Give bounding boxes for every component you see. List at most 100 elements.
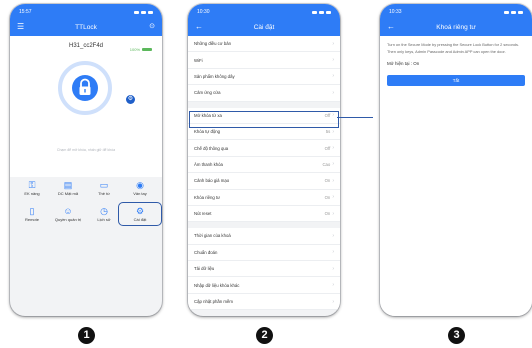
privacy-description: Turn on the Secure Mode by pressing the … <box>387 42 519 54</box>
row-label: Nhập dữ liệu khóa khác <box>194 282 240 288</box>
unlock-button[interactable] <box>58 61 112 115</box>
status-icons <box>134 10 153 14</box>
grid-item-history[interactable]: ◷ Lịch sử <box>86 206 122 222</box>
scan-icon[interactable]: ⊙ <box>149 22 155 32</box>
chevron-right-icon: › <box>332 128 334 135</box>
row-label: Sản phẩm không dây <box>194 73 235 79</box>
chevron-right-icon: › <box>332 249 334 256</box>
chevron-right-icon: › <box>332 145 334 152</box>
grid-item-remote[interactable]: ▯ Remote <box>14 206 50 222</box>
chevron-right-icon: › <box>332 282 334 289</box>
home-header: 15:57 ☰ TTLock ⊙ <box>10 4 162 36</box>
battery-indicator: 100% <box>130 47 152 52</box>
ic-card-icon: ▤ <box>63 180 73 190</box>
row-label: Mở khóa từ xa <box>194 112 222 118</box>
grid-item-passcode[interactable]: ▤ DC Mật mã <box>50 180 86 196</box>
grid-item-label: Lịch sử <box>97 217 111 222</box>
settings-row-lock-time[interactable]: Thời gian của khoá › <box>188 228 340 245</box>
row-label: Âm thanh khóa <box>194 161 223 167</box>
grid-item-fingerprint[interactable]: ◉ Vân tay <box>122 180 158 196</box>
chevron-right-icon: › <box>332 298 334 305</box>
settings-row-passage-mode[interactable]: Chế độ thông qua Off › <box>188 140 340 157</box>
row-value: On <box>324 178 331 184</box>
settings-row-import-data[interactable]: Nhập dữ liệu khóa khác › <box>188 277 340 294</box>
chevron-right-icon: › <box>332 194 334 201</box>
grid-item-label: DC Mật mã <box>57 191 79 196</box>
status-time: 10:33 <box>389 9 402 15</box>
row-label: Chế độ thông qua <box>194 145 229 151</box>
settings-navbar: ← Cài đặt <box>188 18 340 36</box>
chevron-right-icon: › <box>332 232 334 239</box>
settings-row-tamper-alert[interactable]: Cảnh báo giả mạo On › <box>188 173 340 190</box>
status-bar: 10:33 <box>380 4 532 18</box>
settings-row-privacy-lock[interactable]: Khóa riêng tư On › <box>188 190 340 206</box>
grid-item-label: Thẻ từ <box>98 191 110 196</box>
settings-row-upload-data[interactable]: Tải dữ liệu › <box>188 261 340 278</box>
turn-off-button[interactable]: Tắt <box>387 75 525 86</box>
grid-item-label: Cài đặt <box>133 217 147 222</box>
settings-row-reset-button[interactable]: Nút reset On › <box>188 206 340 223</box>
status-time: 10:30 <box>197 9 210 15</box>
menu-icon[interactable]: ☰ <box>17 22 24 32</box>
user-icon: ☺ <box>63 206 73 216</box>
card-icon: ▭ <box>99 180 109 190</box>
settings-row-auto-lock[interactable]: Khóa tự động 5s › <box>188 124 340 141</box>
padlock-icon <box>72 75 98 101</box>
history-icon: ◷ <box>100 206 108 216</box>
privacy-navbar: ← Khoá riêng tư <box>380 18 532 36</box>
function-grid: ⚿ EK nâng ▤ DC Mật mã ▭ Thẻ từ ◉ Vân tay ▯ Re… <box>10 180 162 226</box>
status-time: 15:57 <box>19 9 32 15</box>
step-number-2: 2 <box>256 327 273 344</box>
row-label: Cập nhật phần mềm <box>194 299 233 305</box>
row-label: Nút reset <box>194 211 212 217</box>
settings-row-diagnosis[interactable]: Chuẩn đoán › <box>188 245 340 262</box>
row-value: Off <box>324 145 331 151</box>
privacy-current-status: Mở hiện tại : On <box>387 61 420 66</box>
row-label: Khóa tự động <box>194 129 221 135</box>
settings-row-door-sensor[interactable]: Cảm ứng cửa › <box>188 85 340 102</box>
settings-icon: ⚙ <box>135 206 145 216</box>
grid-item-ekey[interactable]: ⚿ EK nâng <box>14 180 50 196</box>
lock-settings-badge-icon[interactable]: ⚙ <box>126 95 135 104</box>
grid-item-card[interactable]: ▭ Thẻ từ <box>86 180 122 196</box>
privacy-panel: Turn on the Secure Mode by pressing the … <box>380 36 532 316</box>
back-arrow-icon[interactable]: ← <box>387 22 395 32</box>
grid-item-label: EK nâng <box>24 191 40 196</box>
chevron-right-icon: › <box>332 40 334 47</box>
lock-card: H31_cc2F4d 100% Chạm để mở khóa, nhấn gi… <box>10 36 162 177</box>
row-value: On <box>324 194 331 200</box>
settings-row-basics[interactable]: Những điều cơ bản › <box>188 36 340 53</box>
row-label: WiFi <box>194 57 203 63</box>
row-value: 5s <box>325 129 331 135</box>
settings-row-firmware-update[interactable]: Cập nhật phần mềm › <box>188 294 340 311</box>
phone-screen-home: 15:57 ☰ TTLock ⊙ H31_cc2F4d 100% Chạm để… <box>10 4 162 316</box>
battery-icon <box>142 48 152 51</box>
key-icon: ⚿ <box>28 180 36 190</box>
chevron-right-icon: › <box>332 177 334 184</box>
grid-item-admin[interactable]: ☺ Quyền quản trị <box>50 206 86 222</box>
row-label: Khóa riêng tư <box>194 194 221 200</box>
row-label: Cảnh báo giả mạo <box>194 178 230 184</box>
chevron-right-icon: › <box>332 112 334 119</box>
row-label: Cảm ứng cửa <box>194 90 221 96</box>
status-icons <box>312 10 331 14</box>
chevron-right-icon: › <box>332 265 334 272</box>
phone-screen-settings: 10:30 ← Cài đặt Những điều cơ bản › WiFi ›… <box>188 4 340 316</box>
grid-item-label: Quyền quản trị <box>54 217 82 222</box>
remote-icon: ▯ <box>29 206 35 216</box>
status-bar: 10:30 <box>188 4 340 18</box>
row-value: Off <box>324 112 331 118</box>
back-arrow-icon[interactable]: ← <box>195 22 203 32</box>
step-number-3: 3 <box>448 327 465 344</box>
chevron-right-icon: › <box>332 57 334 64</box>
row-label: Những điều cơ bản <box>194 41 231 47</box>
grid-item-settings[interactable]: ⚙ Cài đặt <box>118 202 162 226</box>
privacy-title: Khoá riêng tư <box>436 23 476 31</box>
settings-row-wifi[interactable]: WiFi › <box>188 52 340 69</box>
settings-row-wireless[interactable]: Sản phẩm không dây › <box>188 69 340 86</box>
status-icons <box>504 10 523 14</box>
battery-text: 100% <box>129 47 140 52</box>
row-label: Thời gian của khoá <box>194 233 231 239</box>
settings-row-lock-sound[interactable]: Âm thanh khóa Cao › <box>188 157 340 174</box>
settings-row-remote-unlock[interactable]: Mở khóa từ xa Off › <box>188 108 340 124</box>
